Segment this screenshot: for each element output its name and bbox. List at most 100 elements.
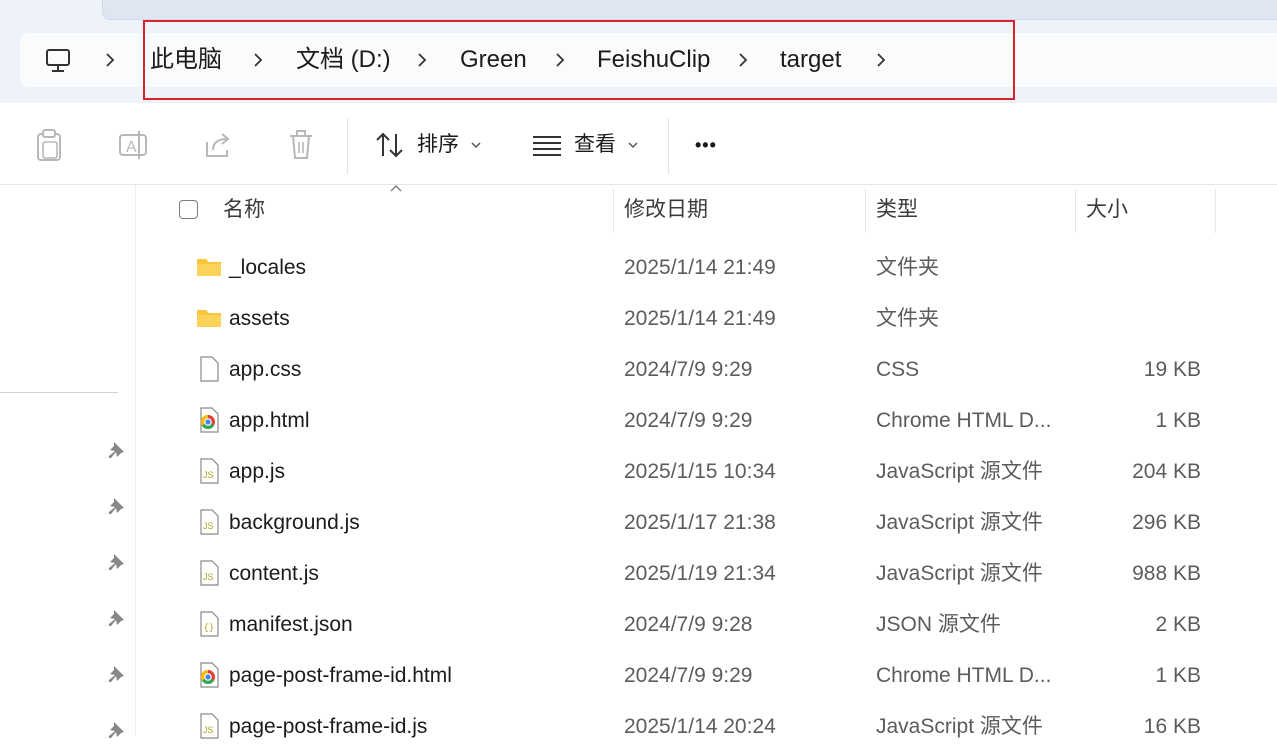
- chevron-right-icon[interactable]: [733, 50, 753, 70]
- sort-icon: [376, 132, 403, 158]
- pin-icon[interactable]: [105, 607, 127, 629]
- file-row[interactable]: {} manifest.json 2024/7/9 9:28 JSON 源文件 …: [135, 599, 1277, 650]
- breadcrumb-drive-d[interactable]: 文档 (D:): [296, 33, 391, 87]
- computer-icon[interactable]: [44, 45, 72, 75]
- select-all-checkbox[interactable]: [179, 200, 198, 219]
- file-name: content.js: [229, 562, 319, 585]
- chevron-down-icon: [628, 142, 638, 149]
- chevron-right-icon[interactable]: [550, 50, 570, 70]
- sort-button[interactable]: 排序: [374, 128, 486, 162]
- file-size: 19 KB: [1143, 358, 1201, 381]
- file-type: 文件夹: [876, 256, 939, 279]
- file-icon: [200, 356, 219, 382]
- chevron-right-icon[interactable]: [100, 50, 120, 70]
- file-row[interactable]: JS background.js 2025/1/17 21:38 JavaScr…: [135, 497, 1277, 548]
- sort-ascending-icon: [390, 185, 402, 192]
- svg-text:{}: {}: [204, 623, 215, 633]
- navigation-pane[interactable]: [0, 185, 136, 738]
- file-type: Chrome HTML D...: [876, 409, 1052, 432]
- file-type: JSON 源文件: [876, 613, 1001, 636]
- js-file-icon: JS: [200, 560, 219, 586]
- pin-icon[interactable]: [105, 495, 127, 517]
- file-row[interactable]: JS page-post-frame-id.js 2025/1/14 20:24…: [135, 701, 1277, 752]
- file-date: 2025/1/14 21:49: [624, 307, 776, 330]
- file-row[interactable]: page-post-frame-id.html 2024/7/9 9:29 Ch…: [135, 650, 1277, 701]
- more-options-button[interactable]: •••: [695, 128, 731, 162]
- file-size: 988 KB: [1132, 562, 1201, 585]
- file-type: JavaScript 源文件: [876, 715, 1043, 738]
- share-icon[interactable]: [203, 128, 233, 162]
- file-type: 文件夹: [876, 307, 939, 330]
- column-header-size[interactable]: 大小: [1086, 185, 1128, 235]
- title-area: 此电脑 文档 (D:) Green FeishuClip target: [0, 0, 1277, 103]
- rename-icon[interactable]: A: [117, 128, 149, 162]
- file-type: JavaScript 源文件: [876, 511, 1043, 534]
- file-row[interactable]: assets 2025/1/14 21:49 文件夹: [135, 293, 1277, 344]
- file-row[interactable]: JS app.js 2025/1/15 10:34 JavaScript 源文件…: [135, 446, 1277, 497]
- file-name: app.css: [229, 358, 302, 381]
- svg-text:JS: JS: [203, 572, 214, 582]
- file-type: JavaScript 源文件: [876, 460, 1043, 483]
- breadcrumb-target[interactable]: target: [780, 33, 841, 87]
- file-name: app.js: [229, 460, 286, 483]
- folder-icon: [197, 310, 221, 327]
- file-name: page-post-frame-id.js: [229, 715, 428, 738]
- chrome-icon: [200, 407, 219, 433]
- column-divider[interactable]: [1075, 189, 1076, 233]
- window-tab-strip: [102, 0, 1277, 20]
- pin-icon[interactable]: [105, 551, 127, 573]
- file-row[interactable]: app.css 2024/7/9 9:29 CSS 19 KB: [135, 344, 1277, 395]
- command-bar: A 排序 查看 •••: [0, 103, 1277, 185]
- file-row[interactable]: JS content.js 2025/1/19 21:34 JavaScript…: [135, 548, 1277, 599]
- chevron-right-icon[interactable]: [871, 50, 891, 70]
- file-size: 296 KB: [1132, 511, 1201, 534]
- toolbar-divider: [347, 118, 348, 174]
- file-type: Chrome HTML D...: [876, 664, 1052, 687]
- column-divider[interactable]: [1215, 189, 1216, 233]
- svg-text:A: A: [126, 139, 137, 156]
- chevron-right-icon[interactable]: [412, 50, 432, 70]
- file-date: 2024/7/9 9:29: [624, 664, 753, 687]
- file-size: 204 KB: [1132, 460, 1201, 483]
- pin-icon[interactable]: [105, 663, 127, 685]
- column-header-date[interactable]: 修改日期: [624, 185, 708, 235]
- js-file-icon: JS: [200, 713, 219, 739]
- svg-text:JS: JS: [203, 470, 214, 480]
- file-row[interactable]: _locales 2025/1/14 21:49 文件夹: [135, 242, 1277, 293]
- column-header-type[interactable]: 类型: [876, 185, 918, 235]
- breadcrumb-this-pc[interactable]: 此电脑: [150, 33, 222, 87]
- chevron-down-icon: [471, 142, 481, 149]
- breadcrumb-feishuclip[interactable]: FeishuClip: [597, 33, 710, 87]
- file-row[interactable]: app.html 2024/7/9 9:29 Chrome HTML D... …: [135, 395, 1277, 446]
- more-icon: •••: [695, 135, 717, 155]
- js-file-icon: JS: [200, 509, 219, 535]
- js-file-icon: JS: [200, 458, 219, 484]
- chrome-icon: [200, 662, 219, 688]
- file-date: 2024/7/9 9:29: [624, 409, 753, 432]
- chevron-right-icon[interactable]: [248, 50, 268, 70]
- file-size: 2 KB: [1155, 613, 1201, 636]
- column-header-row: 名称 修改日期 类型 大小: [135, 185, 1277, 235]
- file-size: 16 KB: [1143, 715, 1201, 738]
- sort-label: 排序: [417, 133, 459, 156]
- sidebar-divider: [0, 392, 118, 393]
- file-date: 2024/7/9 9:29: [624, 358, 753, 381]
- json-file-icon: {}: [200, 611, 219, 637]
- pin-icon[interactable]: [105, 719, 127, 741]
- svg-text:JS: JS: [203, 725, 214, 735]
- file-name: background.js: [229, 511, 360, 534]
- column-divider[interactable]: [865, 189, 866, 233]
- copy-icon[interactable]: [34, 128, 64, 162]
- column-header-name[interactable]: 名称: [223, 185, 265, 235]
- file-type: JavaScript 源文件: [876, 562, 1043, 585]
- view-label: 查看: [574, 133, 616, 156]
- view-button[interactable]: 查看: [531, 128, 643, 162]
- file-name: _locales: [229, 256, 307, 279]
- breadcrumb-green[interactable]: Green: [460, 33, 527, 87]
- delete-icon[interactable]: [287, 128, 315, 162]
- file-size: 1 KB: [1155, 664, 1201, 687]
- pin-icon[interactable]: [105, 439, 127, 461]
- address-bar[interactable]: 此电脑 文档 (D:) Green FeishuClip target: [20, 33, 1277, 87]
- column-divider[interactable]: [613, 189, 614, 233]
- file-date: 2025/1/14 21:49: [624, 256, 776, 279]
